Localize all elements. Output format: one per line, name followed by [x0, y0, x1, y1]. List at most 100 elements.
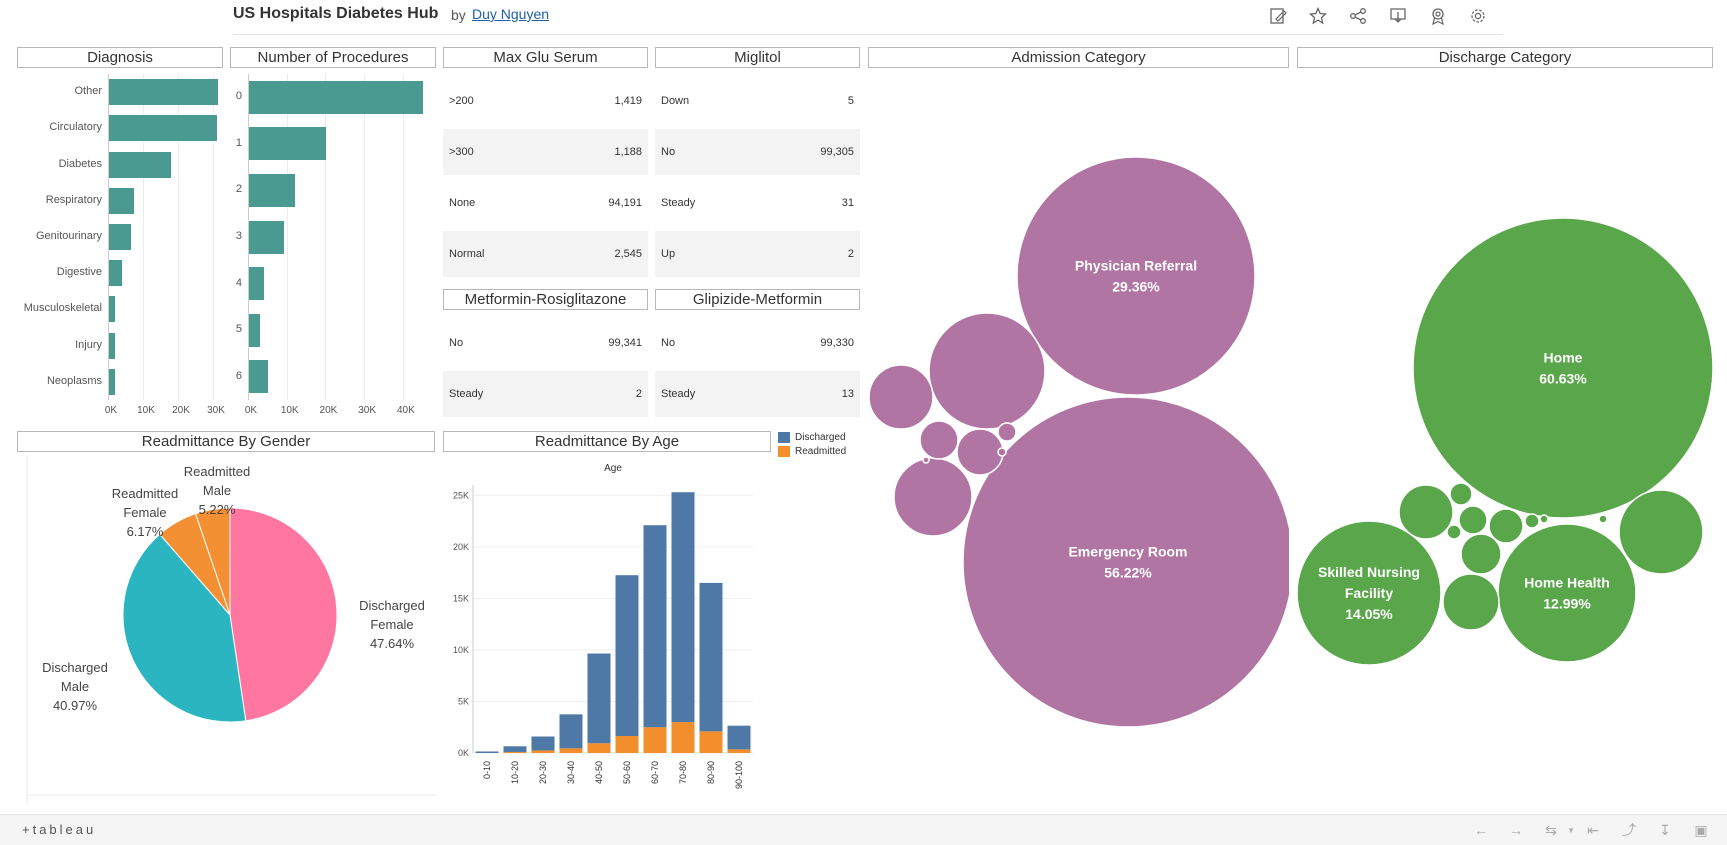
- tableau-logo-text: +tableau: [22, 822, 97, 837]
- x-tick-label: 90-100: [734, 761, 744, 789]
- badge-icon[interactable]: [1427, 5, 1449, 27]
- bubble-home[interactable]: [1412, 217, 1714, 519]
- share-icon[interactable]: [1347, 5, 1369, 27]
- gear-icon[interactable]: [1467, 5, 1489, 27]
- bubble-other[interactable]: [1458, 505, 1488, 535]
- age-stacked-bar-chart: Age 0K 5K 10K 15K 20K 25K 0-10 10-20 20-30 30-40 40…: [453, 463, 753, 789]
- legend-label-discharged: Discharged: [795, 432, 846, 443]
- pie-label: Discharged Male 40.97%: [30, 658, 120, 715]
- category-label: Other: [74, 85, 102, 98]
- bar: [249, 80, 424, 114]
- bar-readmitted[interactable]: [727, 749, 751, 753]
- bar-discharged[interactable]: [503, 746, 527, 752]
- glipizide-met-panel-title: Glipizide-Metformin: [655, 289, 860, 310]
- row-value: 5: [847, 95, 854, 107]
- chevron-down-icon[interactable]: ▾: [1560, 820, 1582, 840]
- bubble-home-health[interactable]: [1497, 523, 1637, 663]
- row-value: 99,330: [820, 337, 854, 349]
- bubble-other[interactable]: [1539, 514, 1549, 524]
- bar-readmitted[interactable]: [615, 735, 639, 753]
- x-tick-label: 60-70: [650, 761, 660, 784]
- row-value: 1,188: [614, 146, 642, 158]
- bubble-label: 56.22%: [1104, 565, 1152, 581]
- bar-discharged[interactable]: [615, 575, 639, 736]
- table-row: No 99,330: [655, 320, 860, 366]
- share-footer-icon[interactable]: ⤴: [1618, 820, 1640, 840]
- revert-icon[interactable]: ⇆: [1540, 820, 1562, 840]
- row-key: >300: [449, 146, 474, 158]
- bar-readmitted[interactable]: [503, 751, 527, 753]
- row-key: Steady: [661, 197, 696, 209]
- bubble-other[interactable]: [1449, 482, 1473, 506]
- tableau-logo[interactable]: +tableau: [22, 822, 96, 837]
- bar: [109, 368, 115, 395]
- bar-discharged[interactable]: [643, 525, 667, 728]
- x-tick-label: 0-10: [482, 761, 492, 779]
- bubble-other[interactable]: [1460, 533, 1502, 575]
- row-key: No: [661, 337, 676, 349]
- y-tick-label: 20K: [453, 542, 469, 552]
- max-glu-panel-title: Max Glu Serum: [443, 47, 648, 68]
- bar: [109, 187, 134, 214]
- bubble-label: Home: [1544, 350, 1583, 366]
- bubble-other[interactable]: [997, 422, 1017, 442]
- pie-slice[interactable]: [229, 507, 338, 722]
- bar-discharged[interactable]: [699, 582, 723, 732]
- x-tick-label: 40-50: [594, 761, 604, 784]
- bubble-other[interactable]: [997, 447, 1007, 457]
- bubble-physician-referral[interactable]: [1016, 156, 1256, 396]
- bar-discharged[interactable]: [559, 714, 583, 749]
- download-icon[interactable]: [1387, 5, 1409, 27]
- table-row: Steady 13: [655, 371, 860, 417]
- download-footer-icon[interactable]: ↧: [1654, 820, 1676, 840]
- pie-label-word: Discharged: [42, 660, 108, 675]
- pie-label-word: Male: [202, 483, 232, 498]
- bubble-other[interactable]: [1488, 508, 1524, 544]
- pie-label-pct: 47.64%: [369, 636, 415, 651]
- bar-discharged[interactable]: [475, 751, 499, 753]
- gridline: [325, 74, 327, 400]
- category-label: 3: [235, 230, 242, 242]
- bubble-other[interactable]: [922, 456, 930, 464]
- bar-discharged[interactable]: [671, 492, 695, 723]
- x-tick-label: 0K: [104, 405, 118, 416]
- star-icon[interactable]: [1307, 5, 1329, 27]
- bar: [249, 267, 264, 301]
- redo-icon[interactable]: →: [1505, 820, 1527, 840]
- author-link[interactable]: Duy Nguyen: [472, 6, 549, 22]
- bubble-other[interactable]: [928, 312, 1046, 430]
- bubble-label: Facility: [1345, 585, 1393, 601]
- legend-label-readmitted: Readmitted: [795, 446, 847, 457]
- category-label: 6: [235, 369, 242, 382]
- bar-discharged[interactable]: [587, 653, 611, 744]
- bar: [249, 360, 268, 394]
- bubble-other[interactable]: [1524, 513, 1540, 529]
- edit-icon[interactable]: [1267, 5, 1289, 27]
- bubble-other[interactable]: [919, 420, 959, 460]
- category-label: 5: [235, 323, 242, 336]
- bubble-other[interactable]: [956, 428, 1004, 476]
- bubble-other[interactable]: [1446, 524, 1462, 540]
- bar-readmitted[interactable]: [699, 731, 723, 753]
- bubble-other[interactable]: [1618, 489, 1704, 575]
- bar-discharged[interactable]: [727, 725, 751, 750]
- bar-readmitted[interactable]: [559, 748, 583, 753]
- bubble-other[interactable]: [868, 364, 934, 430]
- undo-icon[interactable]: ←: [1470, 820, 1492, 840]
- bubble-other[interactable]: [893, 457, 973, 537]
- table-row: None 94,191: [443, 180, 648, 226]
- bar-readmitted[interactable]: [643, 727, 667, 753]
- bar: [109, 332, 115, 359]
- pie-label-pct: 5.22%: [198, 502, 236, 517]
- bubble-other[interactable]: [1598, 514, 1608, 524]
- bar-discharged[interactable]: [531, 736, 555, 751]
- bar-readmitted[interactable]: [671, 722, 695, 753]
- bubble-emergency-room[interactable]: [962, 396, 1289, 728]
- bubble-other[interactable]: [1398, 484, 1454, 540]
- reset-icon[interactable]: ⇤: [1582, 820, 1604, 840]
- bar-readmitted[interactable]: [587, 743, 611, 753]
- row-value: 99,305: [820, 146, 854, 158]
- fullscreen-icon[interactable]: ▣: [1690, 820, 1712, 840]
- bubble-other[interactable]: [1442, 573, 1500, 631]
- bar-readmitted[interactable]: [531, 750, 555, 753]
